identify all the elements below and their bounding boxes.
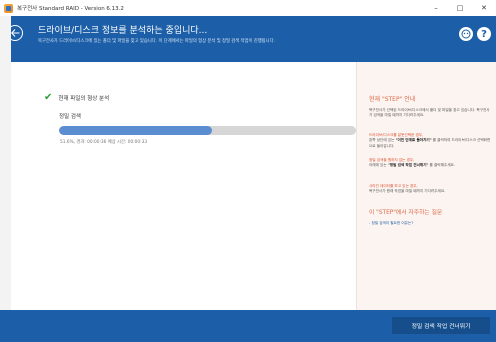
guide-case: 정밀 검색을 원하지 않는 경우, 아래에 있는 "정밀 검색 작업 건너뛰기"… <box>369 158 491 169</box>
guide-case-text: 왼쪽 상단에 있는 "이전 단계로 돌아가기" 를 클릭하여 드라이브/디스크 … <box>369 138 491 148</box>
page-title: 드라이브/디스크 정보를 분석하는 중입니다... <box>38 26 208 36</box>
progress-status: 51.6%, 경과: 00:00:36 예상 시간: 00:00:33 <box>60 140 148 145</box>
guide-case-text: 아래에 있는 "정밀 검색 작업 건너뛰기" 를 클릭해주세요. <box>369 163 455 168</box>
window-controls: – □ ✕ <box>424 0 496 16</box>
task-row: ✔ 현재 파일의 형상 분석 <box>44 93 109 103</box>
faq-heading: 이 "STEP"에서 자주하는 질문 <box>369 210 443 216</box>
progress-bar <box>59 126 356 135</box>
maximize-button[interactable]: □ <box>448 0 472 16</box>
window-titlebar: 복구전사 Standard RAID - Version 6.13.2 – □ … <box>0 0 496 16</box>
guide-case: 사라진 데이터를 보고 있는 경우, 복구전사가 원래 작업을 마칠 때까지 기… <box>369 184 491 195</box>
app-logo-icon <box>4 3 13 13</box>
close-button[interactable]: ✕ <box>472 0 496 16</box>
support-icon <box>461 29 471 39</box>
window-left-frame <box>0 16 11 310</box>
skip-deep-scan-button[interactable]: 정밀 검색 작업 건너뛰기 <box>392 317 490 334</box>
guide-heading: 현재 "STEP" 안내 <box>369 96 416 103</box>
task-label: 현재 파일의 형상 분석 <box>58 96 110 102</box>
progress-bar-fill <box>59 126 213 135</box>
guide-case-text: 복구전사가 원래 작업을 마칠 때까지 기다려주세요. <box>369 189 446 194</box>
subtask-label: 정밀 검색 <box>59 114 81 120</box>
guide-panel: 현재 "STEP" 안내 복구전사가 선택된 드라이브/디스크에서 폴더 및 파… <box>357 62 496 310</box>
help-button[interactable]: ? <box>477 27 491 41</box>
window-title: 복구전사 Standard RAID - Version 6.13.2 <box>17 6 124 12</box>
page-header: 드라이브/디스크 정보를 분석하는 중입니다... 복구전사가 드라이브/디스크… <box>0 16 496 62</box>
support-badge-button[interactable] <box>459 27 473 41</box>
faq-link-deep-scan[interactable]: - 정밀 검색이 필요한 이유는? <box>369 221 413 226</box>
checkmark-icon: ✔ <box>44 92 53 103</box>
guide-intro: 복구전사가 선택된 드라이브/디스크에서 폴더 및 파일을 찾고 있습니다. 복… <box>369 108 490 118</box>
arrow-left-icon <box>10 29 19 37</box>
page-footer: 정밀 검색 작업 건너뛰기 <box>0 310 496 342</box>
page-subtitle: 복구전사가 드라이브/디스크에 있는 폴더 및 파일을 찾고 있습니다. 이 단… <box>38 39 275 44</box>
main-panel: ✔ 현재 파일의 형상 분석 정밀 검색 51.6%, 경과: 00:00:36… <box>11 62 356 310</box>
minimize-button[interactable]: – <box>424 0 448 16</box>
guide-case: 드라이브/디스크를 잘못선택한 경우, 왼쪽 상단에 있는 "이전 단계로 돌아… <box>369 133 491 149</box>
question-mark-icon: ? <box>481 28 487 40</box>
